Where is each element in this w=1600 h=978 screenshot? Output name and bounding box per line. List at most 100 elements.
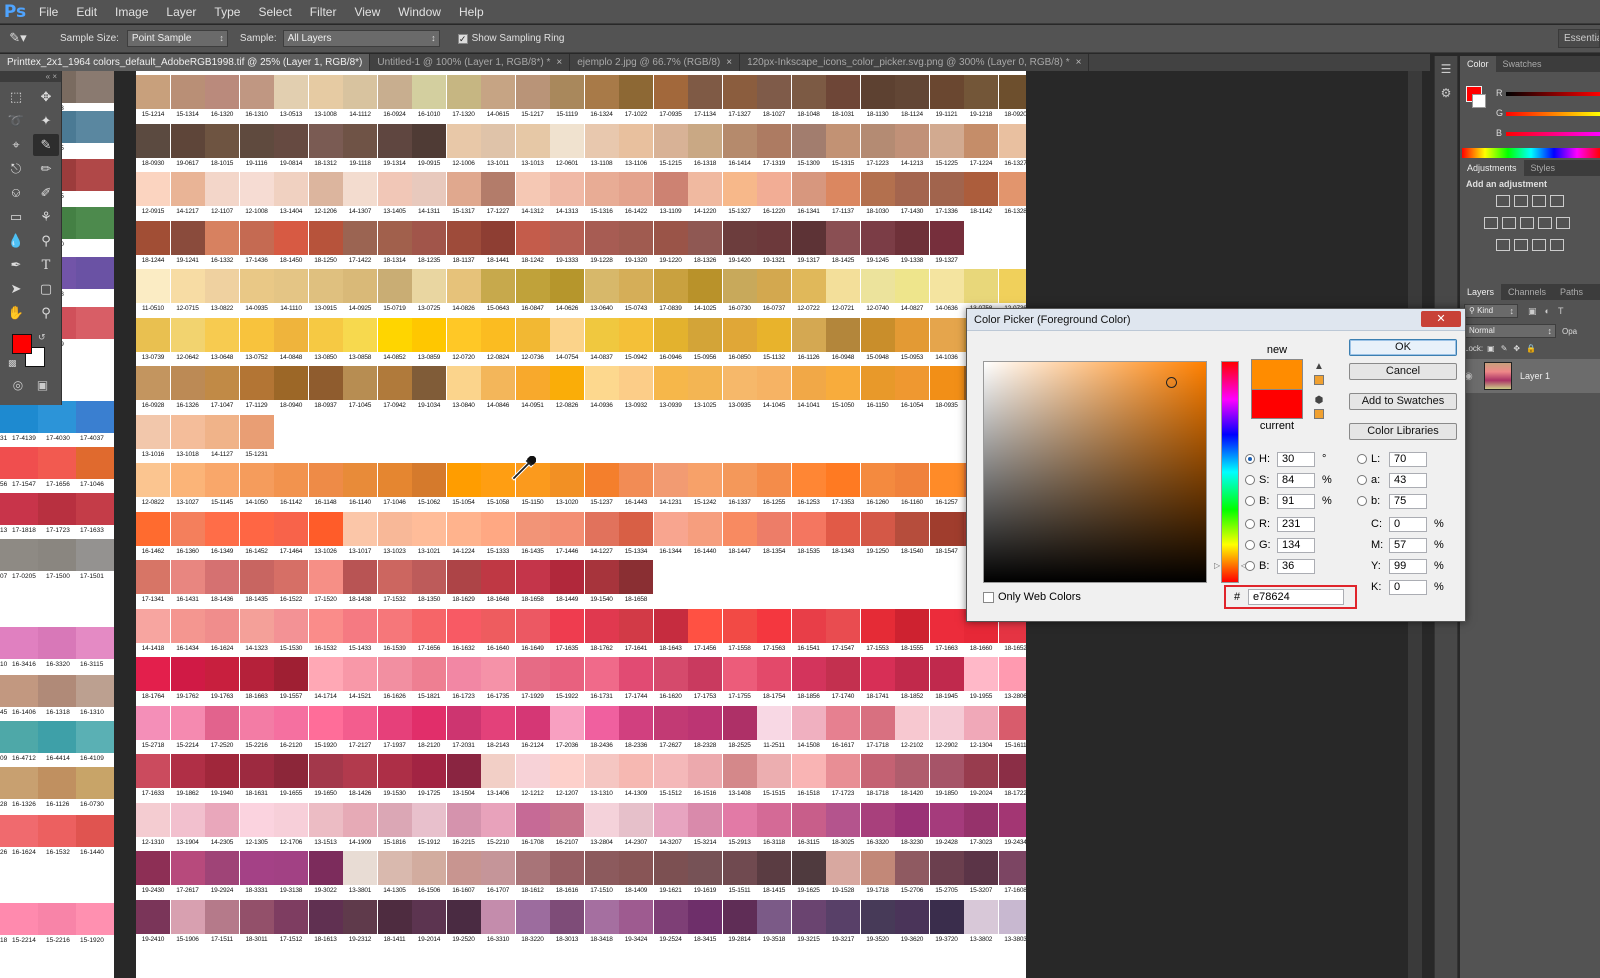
color-swatch[interactable]: 18-1343 (826, 511, 860, 560)
color-swatch[interactable]: 16-1731 (584, 657, 619, 705)
red-radio[interactable] (1245, 519, 1255, 529)
filter-image-icon[interactable]: ▣ (1528, 306, 1537, 317)
color-swatch[interactable]: 12-2902 (929, 705, 964, 754)
swatch-color-chip[interactable] (0, 539, 38, 571)
color-swatch[interactable]: 16-1344 (653, 511, 688, 560)
color-swatch[interactable]: 18-0930 (136, 123, 170, 172)
color-swatch[interactable]: 16-1632 (446, 608, 481, 657)
out-of-gamut-warning-icon[interactable]: ▲ (1313, 361, 1325, 373)
color-swatch[interactable]: 18-1312 (308, 123, 343, 172)
color-swatch[interactable]: 12-0720 (446, 317, 481, 366)
color-swatch[interactable]: 19-2814 (722, 899, 757, 948)
brightness-adjustment-icon[interactable] (1496, 195, 1510, 207)
color-swatch[interactable]: 17-1224 (964, 123, 998, 172)
color-swatch[interactable]: 18-3230 (895, 802, 929, 851)
color-swatch[interactable]: 16-0948 (826, 317, 860, 366)
tab-close-icon[interactable]: × (1076, 57, 1082, 68)
color-swatch[interactable]: 17-1608 (998, 851, 1026, 899)
color-swatch[interactable]: 14-1025 (688, 269, 722, 317)
workspace-switcher[interactable]: Essentials (1558, 29, 1600, 48)
color-swatch[interactable]: 16-3115 (791, 802, 826, 851)
color-swatch[interactable]: 14-0626 (550, 269, 584, 317)
color-swatch[interactable]: 13-1020 (550, 463, 584, 511)
color-swatch[interactable]: 13-1406 (481, 754, 515, 802)
color-swatch[interactable]: 18-3025 (826, 802, 860, 851)
color-swatch[interactable]: 15-2216 (239, 705, 274, 754)
color-swatch[interactable]: 13-1027 (170, 463, 205, 511)
swatch-color-chip[interactable] (76, 627, 114, 659)
color-swatch[interactable]: 17-1022 (619, 75, 653, 123)
swatch-color-chip[interactable] (76, 71, 114, 103)
lab-l-input[interactable]: 70 (1389, 451, 1427, 467)
color-swatch[interactable]: 16-1414 (722, 123, 757, 172)
color-swatch[interactable]: 17-1635 (550, 608, 584, 657)
doc-tab[interactable]: Printtex_2x1_1964 colors_default_AdobeRG… (0, 54, 371, 71)
swatch-color-chip[interactable] (38, 493, 76, 525)
blur-tool-icon[interactable]: 💧 (3, 230, 29, 252)
swatch-document[interactable]: 15-1214 15-1314 16-1320 16-1310 13-0513 13-10… (136, 71, 1026, 978)
color-swatch[interactable]: 15-2210 (481, 802, 515, 851)
color-swatch[interactable]: 14-1309 (619, 754, 653, 802)
color-swatch[interactable]: 18-1420 (895, 754, 929, 802)
eyedropper-tool-preset-icon[interactable]: ✎▾ (0, 31, 36, 46)
color-swatch[interactable]: 18-1945 (929, 657, 964, 705)
color-swatch[interactable]: 19-0814 (274, 123, 308, 172)
color-swatch[interactable]: 13-0725 (412, 269, 446, 317)
color-swatch[interactable]: 17-1723 (826, 754, 860, 802)
color-swatch[interactable]: 16-1327 (998, 123, 1026, 172)
swatch-color-chip[interactable] (38, 903, 76, 935)
color-swatch[interactable]: 13-2806 (998, 657, 1026, 705)
color-swatch[interactable]: 19-1763 (205, 657, 239, 705)
color-swatch[interactable]: 12-1310 (136, 802, 170, 851)
color-swatch[interactable]: 13-1310 (584, 754, 619, 802)
color-swatch[interactable]: 14-1311 (412, 172, 446, 220)
hue-input[interactable]: 30 (1277, 451, 1315, 467)
color-swatch[interactable]: 18-1535 (791, 511, 826, 560)
color-swatch[interactable]: 13-0915 (308, 269, 343, 317)
color-swatch[interactable]: 18-1616 (550, 851, 584, 899)
rectangle-tool-icon[interactable]: ▢ (33, 278, 59, 300)
green-radio[interactable] (1245, 540, 1255, 550)
color-swatch[interactable]: 16-1607 (446, 851, 481, 899)
color-swatch[interactable]: 15-1433 (343, 608, 377, 657)
color-swatch[interactable]: 14-0837 (584, 317, 619, 366)
color-swatch[interactable]: 18-1449 (550, 560, 584, 608)
color-swatch[interactable]: 13-1017 (343, 511, 377, 560)
color-swatch[interactable]: 16-1522 (274, 560, 308, 608)
color-swatch[interactable]: 14-1323 (239, 608, 274, 657)
hue-radio[interactable] (1245, 454, 1255, 464)
color-swatch[interactable]: 18-1354 (757, 511, 791, 560)
color-swatch[interactable]: 12-0601 (550, 123, 584, 172)
color-swatch[interactable]: 16-1617 (826, 705, 860, 754)
swatch-color-chip[interactable] (38, 815, 76, 847)
color-swatch[interactable]: 17-0935 (653, 75, 688, 123)
color-swatch[interactable]: 18-1426 (343, 754, 377, 802)
tab-paths[interactable]: Paths (1553, 284, 1590, 300)
sample-dropdown[interactable]: All Layers (282, 30, 440, 47)
color-swatch[interactable]: 15-1327 (722, 172, 757, 220)
swatch-color-chip[interactable] (38, 539, 76, 571)
color-swatch[interactable]: 17-1633 (136, 754, 170, 802)
color-swatch[interactable]: 19-2410 (136, 899, 170, 948)
color-swatch[interactable]: 18-1142 (964, 172, 998, 220)
r-slider[interactable] (1506, 92, 1600, 96)
zoom-tool-icon[interactable]: ⚲ (33, 302, 59, 324)
color-swatch[interactable]: 19-3620 (895, 899, 929, 948)
color-swatch[interactable]: 19-2924 (205, 851, 239, 899)
color-swatch[interactable]: 14-0848 (274, 317, 308, 366)
curves-adjustment-icon[interactable] (1532, 195, 1546, 207)
sample-size-dropdown[interactable]: Point Sample (126, 30, 228, 47)
color-swatch[interactable]: 18-1235 (412, 220, 446, 269)
hand-tool-icon[interactable]: ✋ (3, 302, 29, 324)
color-swatch[interactable]: 12-1207 (550, 754, 584, 802)
color-swatch[interactable]: 18-1631 (239, 754, 274, 802)
color-swatch[interactable]: 18-1612 (515, 851, 550, 899)
color-swatch[interactable]: 12-1706 (274, 802, 308, 851)
color-swatch[interactable]: 16-1532 (308, 608, 343, 657)
color-swatch[interactable]: 17-1464 (274, 511, 308, 560)
color-swatch[interactable]: 13-0822 (205, 269, 239, 317)
color-swatch[interactable]: 16-1640 (481, 608, 515, 657)
color-swatch[interactable]: 16-0847 (515, 269, 550, 317)
doc-tab[interactable]: ejemplo 2.jpg @ 66.7% (RGB/8) × (570, 54, 741, 71)
color-swatch[interactable]: 19-1540 (584, 560, 619, 608)
